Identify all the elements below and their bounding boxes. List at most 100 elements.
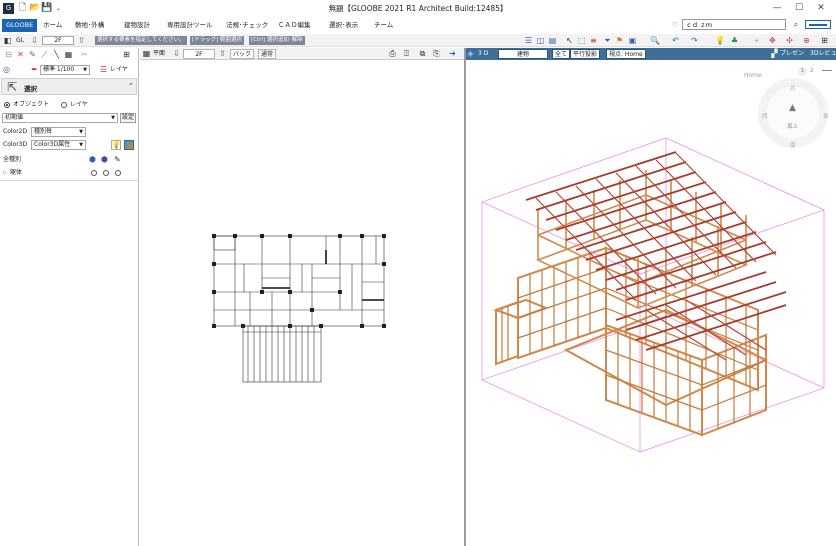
plan-normal-button[interactable]: 通常 (258, 49, 277, 59)
expand-icon[interactable]: ▷ (3, 167, 7, 179)
body-radio-3[interactable] (115, 170, 121, 176)
pointer-icon[interactable]: ↖ (565, 36, 574, 45)
view-3d[interactable]: ◈ 3 D 建物 全て 平行投影 視点: Home ▞ プレゼン 3Dレビュー … (466, 48, 836, 546)
select-section-header[interactable]: ⇱ 選択 ⌃ (1, 78, 137, 95)
light-icon[interactable]: 💡 (111, 140, 121, 150)
print-icon[interactable]: ⎙ (388, 49, 397, 58)
snap-icon[interactable]: ⌖ (752, 36, 761, 45)
tab-select-display[interactable]: 選択･表示 (329, 19, 358, 32)
body-radio-1[interactable] (91, 170, 97, 176)
projection-button[interactable]: 平行投影 (570, 49, 601, 59)
save-icon[interactable]: 💾 (41, 3, 52, 14)
clip-icon[interactable]: ✂ (80, 50, 89, 59)
zoom-icon[interactable]: 🔍 (650, 36, 660, 45)
copy-view-icon[interactable]: ⧉ (418, 49, 427, 58)
minimize-button[interactable]: — (766, 1, 788, 15)
tile-view-icon[interactable]: ◫ (536, 36, 545, 45)
hint-select: 選択する要素を指定してください。 (95, 36, 187, 45)
export-icon[interactable]: ⍐ (402, 49, 411, 58)
redo-icon[interactable]: ↷ (690, 36, 699, 45)
axis-icon[interactable]: ⊕ (802, 36, 811, 45)
hatch-icon[interactable]: ▦ (64, 50, 73, 59)
window-title: 無題【GLOOBE 2021 R1 Architect Build:12485】 (328, 4, 508, 13)
radio-layer[interactable] (61, 102, 67, 108)
pencil-icon[interactable]: ✎ (114, 154, 121, 166)
layer-button[interactable]: レイヤ (110, 64, 128, 75)
all-button[interactable]: 全て (552, 49, 571, 59)
measure-icon[interactable]: ⟋ (40, 50, 49, 59)
tab-team[interactable]: チーム (374, 19, 393, 32)
body-radio-2[interactable] (103, 170, 109, 176)
layer-stack-icon[interactable]: ◧ (3, 36, 12, 45)
search-icon[interactable]: ⌕ (790, 19, 802, 30)
move-icon[interactable]: ✥ (768, 36, 777, 45)
review-button[interactable]: 3Dレビュー (810, 48, 836, 59)
grid-snap-icon[interactable]: ⊞ (122, 50, 131, 59)
title-bar: G 🗋 📂 💾 ⌄ 無題【GLOOBE 2021 R1 Architect Bu… (0, 0, 836, 17)
filter-icon[interactable]: ≡ (589, 36, 598, 45)
color2d-select[interactable]: 種別毎 ▼ (31, 127, 86, 137)
funnel-icon[interactable]: ⏷ (603, 36, 612, 45)
tag-icon[interactable]: ⚑ (615, 36, 624, 45)
erase-icon[interactable]: ✕ (16, 50, 25, 59)
list-view-icon[interactable]: ☰ (524, 36, 533, 45)
rotate-icon[interactable]: ✣ (785, 36, 794, 45)
plan-view[interactable]: ▦ 平面 ⇩ 2F ⇧ バック 通常 ⎙ ⍐ ⧉ ⎘ ➜ (140, 48, 464, 546)
tab-gloobe[interactable]: GLOOBE (2, 19, 38, 32)
plan-floor-down-icon[interactable]: ⇩ (172, 49, 181, 58)
floor-up-icon[interactable]: ⇧ (77, 36, 86, 45)
open-folder-icon[interactable]: 📂 (29, 3, 40, 14)
new-file-icon[interactable]: 🗋 (17, 3, 28, 14)
radio-layer-label: レイヤ (70, 101, 88, 108)
floor-select[interactable]: 2F (42, 36, 74, 45)
building-select[interactable]: 建物 (498, 49, 548, 59)
undo-icon[interactable]: ↶ (671, 36, 680, 45)
radio-object[interactable] (4, 102, 10, 108)
magic-select-icon[interactable]: ✎ (28, 50, 37, 59)
tab-special-tools[interactable]: 専用設計ツール (167, 19, 213, 32)
panel-divider (0, 180, 139, 181)
arrow-right-icon[interactable]: ➜ (448, 49, 457, 58)
ruler-icon[interactable]: ⊟ (4, 50, 13, 59)
view-3d-header: ◈ 3 D 建物 全て 平行投影 視点: Home ▞ プレゼン 3Dレビュー (466, 48, 836, 60)
floor-down-icon[interactable]: ⇩ (30, 36, 39, 45)
type-filter-icon[interactable]: ⬢ (89, 154, 96, 166)
plan-back-button[interactable]: バック (230, 49, 255, 59)
close-button[interactable]: ✕ (810, 1, 832, 15)
quick-access-dropdown-icon[interactable]: ⌄ (53, 3, 64, 14)
presen-button[interactable]: プレゼン (780, 48, 804, 59)
bulb-icon[interactable]: 💡 (715, 36, 725, 45)
radio-object-label: オブジェクト (13, 101, 50, 108)
select-range-icon[interactable]: ⬚ (577, 36, 586, 45)
viewpoint-button[interactable]: 視点: Home (606, 49, 646, 59)
print-preview-icon[interactable]: ⎘ (432, 49, 441, 58)
plan-floor-up-icon[interactable]: ⇧ (218, 49, 227, 58)
tab-cad-edit[interactable]: ＣＡＤ編集 (278, 19, 311, 32)
presen-icon: ▞ (771, 49, 778, 58)
favorite-icon[interactable]: ♡ (672, 19, 678, 32)
tab-regulation-check[interactable]: 法規･チェック (226, 19, 268, 32)
scale-select[interactable]: 標準 1/100 ▼ (40, 65, 90, 75)
search-input[interactable] (682, 19, 786, 30)
layer-icon[interactable]: ☰ (99, 65, 108, 74)
color3d-select[interactable]: Color3D属性 ▼ (31, 140, 86, 150)
tab-home[interactable]: ホーム (43, 19, 62, 32)
tab-site[interactable]: 敷地･外構 (75, 19, 104, 32)
line-icon[interactable]: ╲ (52, 50, 61, 59)
view-settings-icon[interactable]: ◎ (2, 65, 11, 74)
search-options-icon[interactable] (805, 20, 831, 29)
tab-building-design[interactable]: 建物設計 (124, 19, 150, 32)
split-view-icon[interactable]: ▤ (548, 36, 557, 45)
maximize-button[interactable]: ☐ (788, 1, 810, 15)
preset-select[interactable]: 初期値 ▼ (2, 113, 118, 123)
type-filter-alt-icon[interactable]: ⬢ (101, 154, 108, 166)
palette-icon[interactable] (124, 140, 134, 150)
pen-icon[interactable]: ✒ (30, 65, 39, 74)
settings-button[interactable]: 設定 (120, 113, 137, 123)
grid-icon[interactable]: ⊞ (820, 36, 829, 45)
collapse-icon[interactable]: ⌃ (128, 82, 134, 90)
color2d-label: Color2D (3, 128, 28, 135)
camera-icon[interactable]: ▣ (628, 36, 637, 45)
paint-icon[interactable]: ♣ (730, 36, 739, 45)
plan-floor-select[interactable]: 2F (183, 49, 215, 59)
